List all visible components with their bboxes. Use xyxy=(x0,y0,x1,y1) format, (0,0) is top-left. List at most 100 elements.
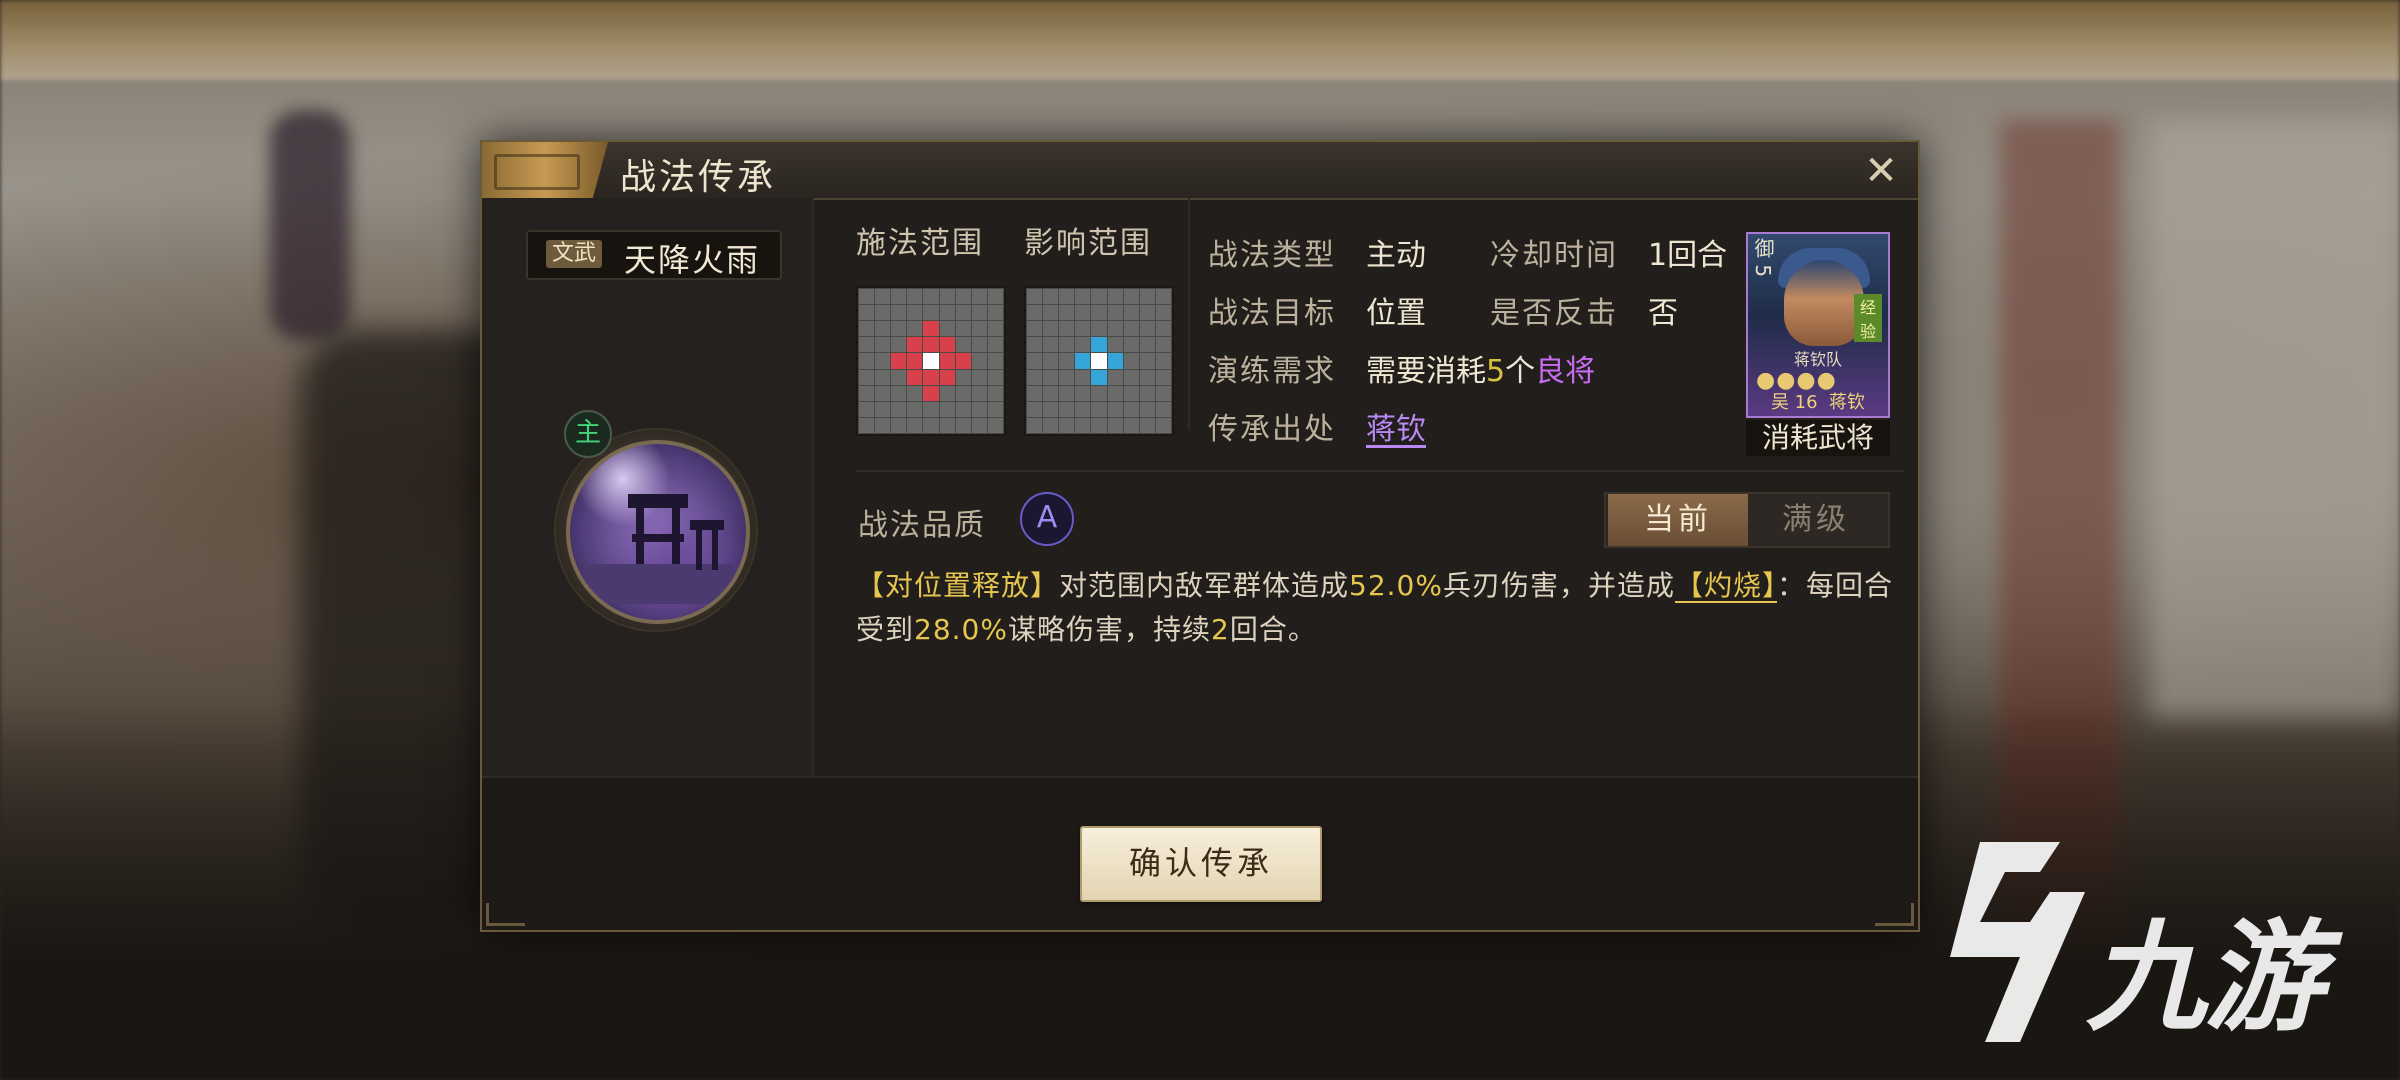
grid-cell xyxy=(971,289,987,305)
grid-cell xyxy=(1155,353,1171,369)
grid-cell xyxy=(1027,385,1043,401)
grid-cell xyxy=(1123,337,1139,353)
hero-info: 吴 16 蒋钦 xyxy=(1748,388,1888,414)
grid-cell xyxy=(1075,369,1091,385)
grid-cell xyxy=(891,353,907,369)
grid-cell xyxy=(987,369,1003,385)
grid-cell xyxy=(1075,305,1091,321)
grid-cell xyxy=(939,417,955,433)
grid-cell xyxy=(1059,289,1075,305)
grid-cell xyxy=(1107,321,1123,337)
grid-cell xyxy=(1043,321,1059,337)
grid-cell xyxy=(875,417,891,433)
grid-cell xyxy=(1027,401,1043,417)
grid-cell xyxy=(1091,289,1107,305)
grid-cell xyxy=(875,321,891,337)
grid-cell xyxy=(1107,385,1123,401)
grid-cell xyxy=(1059,417,1075,433)
grid-cell xyxy=(907,353,923,369)
desc-part: 对范围内敌军群体造成 xyxy=(1059,569,1350,602)
grid-cell xyxy=(1043,369,1059,385)
grid-cell xyxy=(987,385,1003,401)
grid-cell xyxy=(907,289,923,305)
grid-cell xyxy=(987,289,1003,305)
grid-cell xyxy=(907,321,923,337)
grid-cell xyxy=(891,385,907,401)
cast-range-label: 施法范围 xyxy=(856,226,984,261)
grid-cell xyxy=(1059,369,1075,385)
jiuyou-logo-icon xyxy=(1950,842,2085,1042)
grid-cell xyxy=(939,369,955,385)
grid-cell xyxy=(1123,353,1139,369)
grid-cell xyxy=(875,401,891,417)
origin-label: 传承出处 xyxy=(1208,412,1336,447)
grid-cell xyxy=(923,385,939,401)
consume-hero-caption: 消耗武将 xyxy=(1746,420,1890,456)
hero-name: 蒋钦 xyxy=(1829,392,1866,413)
grid-cell xyxy=(1075,289,1091,305)
grid-cell xyxy=(875,385,891,401)
watermark-text: 九游 xyxy=(2086,909,2324,1048)
confirm-inherit-button[interactable]: 确认传承 xyxy=(1080,826,1322,902)
origin-hero-link[interactable]: 蒋钦 xyxy=(1366,404,1426,448)
grid-cell xyxy=(1139,369,1155,385)
dialog-titlebar: 战法传承 ✕ xyxy=(482,142,1918,200)
counter-label: 是否反击 xyxy=(1490,296,1618,331)
grid-cell xyxy=(1091,337,1107,353)
grid-cell xyxy=(1059,321,1075,337)
grid-cell xyxy=(939,305,955,321)
toggle-current[interactable]: 当前 xyxy=(1608,494,1748,546)
grid-cell xyxy=(1155,385,1171,401)
grid-cell xyxy=(923,289,939,305)
grid-cell xyxy=(987,305,1003,321)
desc-part: 兵刃伤害，并造成 xyxy=(1442,569,1675,602)
grid-cell xyxy=(1091,321,1107,337)
grid-cell xyxy=(939,289,955,305)
close-button[interactable]: ✕ xyxy=(1858,148,1904,194)
title-ornament xyxy=(482,142,608,198)
grid-cell xyxy=(875,305,891,321)
grid-cell xyxy=(955,417,971,433)
grid-cell xyxy=(955,385,971,401)
training-item: 良将 xyxy=(1535,354,1596,389)
grid-cell xyxy=(859,305,875,321)
grid-cell xyxy=(1139,321,1155,337)
grid-cell xyxy=(907,369,923,385)
grid-cell xyxy=(1091,353,1107,369)
grid-cell xyxy=(955,337,971,353)
grid-cell xyxy=(1155,337,1171,353)
hero-card[interactable]: 御 5 经验 蒋钦队 ●●●● 吴 16 蒋钦 xyxy=(1746,232,1890,418)
grid-cell xyxy=(1091,305,1107,321)
grid-cell xyxy=(1075,417,1091,433)
counter-value: 否 xyxy=(1648,296,1678,331)
release-tag: 【对位置释放】 xyxy=(856,569,1060,602)
hero-face xyxy=(1784,260,1864,346)
toggle-max-level[interactable]: 满级 xyxy=(1746,494,1886,546)
burn-status-link[interactable]: 【灼烧】 xyxy=(1675,569,1777,602)
grid-cell xyxy=(891,369,907,385)
grid-cell xyxy=(859,369,875,385)
grid-cell xyxy=(859,385,875,401)
grid-cell xyxy=(1155,289,1171,305)
training-prefix: 需要消耗 xyxy=(1366,354,1486,389)
cooldown-label: 冷却时间 xyxy=(1490,238,1618,273)
grid-cell xyxy=(859,417,875,433)
grid-cell xyxy=(1155,401,1171,417)
grid-cell xyxy=(1123,417,1139,433)
cast-range-grid xyxy=(856,286,1006,436)
grid-cell xyxy=(1155,417,1171,433)
grid-cell xyxy=(987,417,1003,433)
grid-cell xyxy=(1091,401,1107,417)
grid-cell xyxy=(923,417,939,433)
grid-cell xyxy=(1123,305,1139,321)
corner-ornament xyxy=(486,903,525,926)
grid-cell xyxy=(987,321,1003,337)
grid-cell xyxy=(1123,321,1139,337)
grid-cell xyxy=(987,401,1003,417)
grid-cell xyxy=(1075,321,1091,337)
grid-cell xyxy=(1107,353,1123,369)
training-requirement: 需要消耗5个良将 xyxy=(1366,346,1595,390)
grid-cell xyxy=(1139,417,1155,433)
fire-rain-tower-icon xyxy=(566,440,750,624)
hero-faction-level: 吴 16 xyxy=(1770,392,1818,413)
